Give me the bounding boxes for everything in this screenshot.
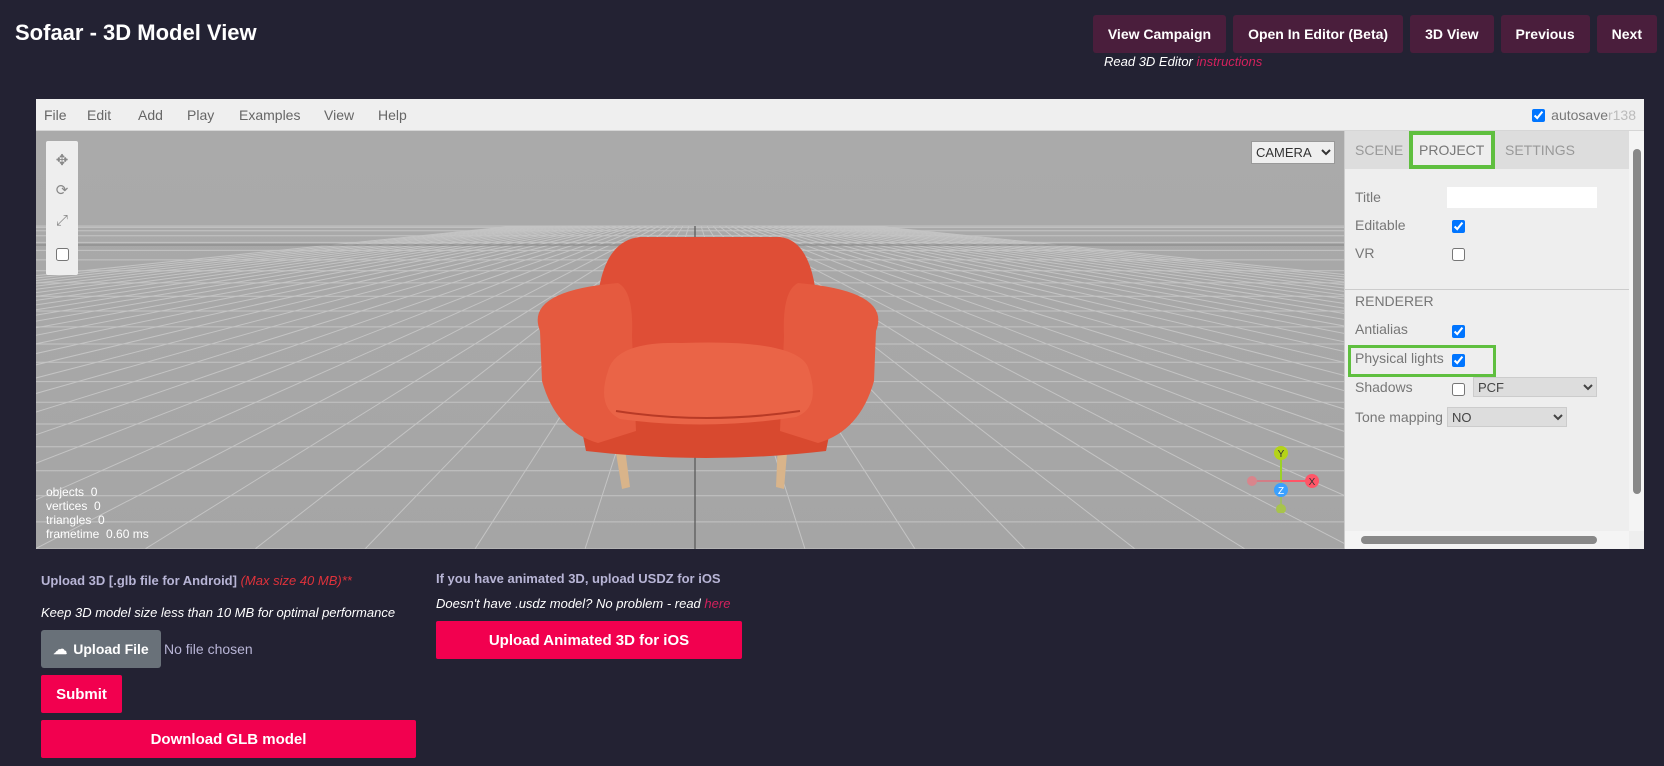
cloud-upload-icon: ☁: [53, 640, 68, 657]
usdz-note-text: Doesn't have .usdz model? No problem - r…: [436, 596, 701, 611]
ios-upload-label: If you have animated 3D, upload USDZ for…: [436, 571, 721, 586]
y-axis-label: Y: [1278, 449, 1285, 460]
antialias-checkbox[interactable]: [1452, 325, 1465, 338]
triangles-label: triangles: [46, 513, 92, 527]
tab-scene[interactable]: SCENE: [1345, 131, 1413, 169]
next-button[interactable]: Next: [1596, 15, 1657, 53]
open-in-editor-button[interactable]: Open In Editor (Beta): [1233, 15, 1404, 53]
vertices-count: 0: [94, 499, 101, 513]
view-campaign-button[interactable]: View Campaign: [1092, 15, 1227, 53]
editor-sidebar: SCENE PROJECT SETTINGS Title Editable VR…: [1344, 131, 1644, 549]
menu-view[interactable]: View: [324, 107, 354, 123]
autosave-label: autosave: [1551, 107, 1608, 123]
menu-add[interactable]: Add: [138, 107, 163, 123]
vertices-label: vertices: [46, 499, 88, 513]
z-axis-label: Z: [1278, 486, 1284, 497]
usdz-here-link[interactable]: here: [704, 596, 730, 611]
sidebar-vertical-scrollbar[interactable]: [1629, 131, 1644, 531]
editor-instructions-note: Read 3D Editor instructions: [1104, 54, 1262, 69]
tone-mapping-select[interactable]: NO: [1447, 407, 1567, 427]
upload-ios-button[interactable]: Upload Animated 3D for iOS: [436, 621, 742, 659]
editor-note-text: Read 3D Editor: [1104, 54, 1193, 69]
scene-info: objects 0 vertices 0 triangles 0 frameti…: [46, 485, 149, 541]
x-axis-label: X: [1309, 477, 1316, 488]
editable-label: Editable: [1355, 217, 1406, 233]
download-glb-button[interactable]: Download GLB model: [41, 720, 416, 758]
horizontal-scroll-thumb[interactable]: [1361, 536, 1597, 544]
usdz-note: Doesn't have .usdz model? No problem - r…: [436, 596, 730, 611]
neg-y-handle[interactable]: [1276, 504, 1286, 513]
camera-select[interactable]: CAMERA: [1251, 141, 1335, 164]
physical-lights-checkbox[interactable]: [1452, 354, 1465, 367]
menu-help[interactable]: Help: [378, 107, 407, 123]
max-size-note: (Max size 40 MB)**: [240, 573, 352, 588]
no-file-chosen: No file chosen: [164, 641, 253, 657]
neg-x-handle[interactable]: [1247, 476, 1257, 486]
vr-label: VR: [1355, 245, 1375, 261]
sidebar-divider: [1345, 289, 1629, 290]
menu-examples[interactable]: Examples: [239, 107, 300, 123]
objects-label: objects: [46, 485, 85, 499]
android-upload-text: Upload 3D [.glb file for Android]: [41, 573, 237, 588]
triangles-count: 0: [98, 513, 105, 527]
tone-mapping-label: Tone mapping: [1355, 409, 1443, 425]
transform-toolbar: ✥ ⟳ ⤢: [46, 141, 78, 275]
size-note: Keep 3D model size less than 10 MB for o…: [41, 605, 396, 620]
instructions-link[interactable]: instructions: [1197, 54, 1263, 69]
translate-icon[interactable]: ✥: [46, 145, 78, 175]
top-nav: View Campaign Open In Editor (Beta) 3D V…: [1092, 15, 1657, 53]
shadows-checkbox[interactable]: [1452, 383, 1465, 396]
vr-checkbox[interactable]: [1452, 248, 1465, 261]
tab-settings[interactable]: SETTINGS: [1495, 131, 1585, 169]
3d-viewport[interactable]: ✥ ⟳ ⤢ CAMERA objects 0 vertices 0 triang…: [36, 131, 1344, 549]
title-label: Title: [1355, 189, 1381, 205]
renderer-heading: RENDERER: [1355, 293, 1434, 309]
submit-button[interactable]: Submit: [41, 675, 122, 713]
sidebar-horizontal-scrollbar[interactable]: [1345, 531, 1629, 549]
tab-project[interactable]: PROJECT: [1409, 131, 1495, 169]
title-input[interactable]: [1447, 187, 1597, 208]
rotate-icon[interactable]: ⟳: [46, 175, 78, 205]
shadows-label: Shadows: [1355, 379, 1413, 395]
frametime-label: frametime: [46, 527, 100, 541]
sidebar-tabs: SCENE PROJECT SETTINGS: [1345, 131, 1629, 169]
upload-file-label: Upload File: [73, 641, 149, 657]
antialias-label: Antialias: [1355, 321, 1408, 337]
vertical-scroll-thumb[interactable]: [1633, 149, 1641, 494]
frametime-value: 0.60 ms: [106, 527, 149, 541]
local-checkbox[interactable]: [55, 247, 69, 261]
menu-edit[interactable]: Edit: [87, 107, 111, 123]
autosave-checkbox[interactable]: [1532, 108, 1546, 122]
revision-label: r138: [1607, 107, 1636, 123]
3d-editor: File Edit Add Play Examples View Help au…: [36, 99, 1644, 549]
objects-count: 0: [90, 485, 98, 499]
page-title: Sofaar - 3D Model View: [15, 20, 257, 45]
scale-icon[interactable]: ⤢: [46, 205, 78, 235]
android-upload-label: Upload 3D [.glb file for Android] (Max s…: [41, 573, 352, 588]
physical-lights-label: Physical lights: [1355, 350, 1444, 366]
autosave-control: autosave: [1532, 107, 1608, 123]
shadow-type-select[interactable]: PCF: [1473, 377, 1597, 397]
3d-view-button[interactable]: 3D View: [1410, 15, 1494, 53]
editable-checkbox[interactable]: [1452, 220, 1465, 233]
menu-play[interactable]: Play: [187, 107, 214, 123]
menu-file[interactable]: File: [44, 107, 67, 123]
previous-button[interactable]: Previous: [1500, 15, 1590, 53]
local-space-checkbox[interactable]: [46, 239, 78, 269]
grid-floor: [36, 131, 1344, 549]
upload-file-button[interactable]: ☁ Upload File: [41, 630, 161, 668]
editor-menubar: File Edit Add Play Examples View Help au…: [36, 99, 1644, 131]
axis-gizmo[interactable]: Y X Z: [1236, 443, 1326, 513]
